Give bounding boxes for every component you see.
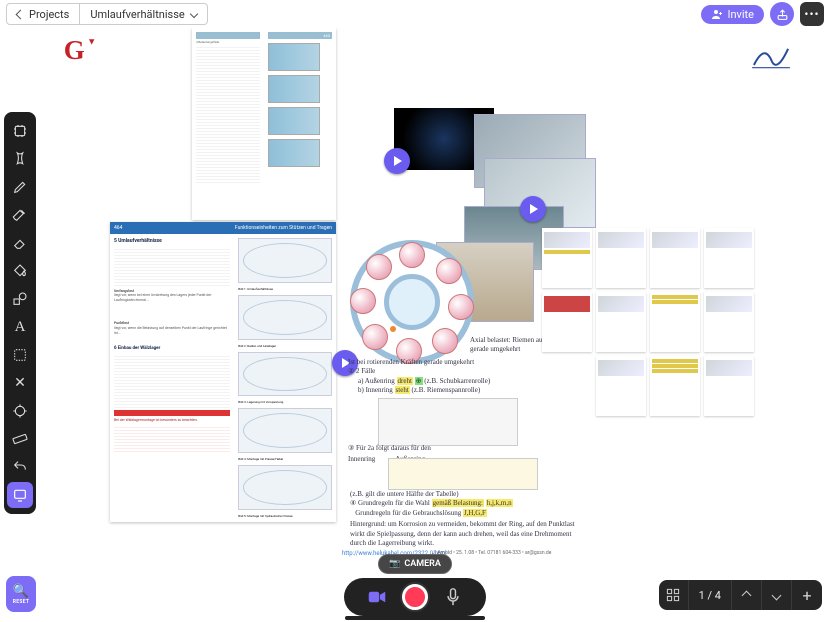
camera-icon: 📷 [389, 559, 400, 569]
textbook-page-464: 464Funktionseinheiten zum Stützen und Tr… [110, 222, 336, 522]
page-indicator: 1 / 4 [689, 580, 732, 610]
prev-page-button[interactable] [732, 580, 762, 610]
svg-text:G: G [64, 35, 85, 65]
back-to-projects-button[interactable]: Projects [6, 3, 80, 25]
shapes-tool[interactable] [7, 286, 33, 312]
back-label: Projects [29, 8, 69, 21]
cut-tool[interactable]: ✕ [7, 370, 33, 396]
whiteboard-canvas[interactable]: G 4 Belastungsfälle 463 464Funktionseinh… [42, 28, 824, 574]
record-button[interactable] [402, 584, 428, 610]
text-tool[interactable]: A [7, 314, 33, 340]
tool-sidebar: A ✕ [4, 112, 36, 514]
add-page-button[interactable]: + [792, 580, 822, 610]
textbook-page-463: 4 Belastungsfälle 463 [192, 28, 336, 220]
reset-zoom-button[interactable]: 🔍 RESET [6, 576, 36, 612]
pencil-tool[interactable] [7, 174, 33, 200]
present-tool[interactable] [7, 482, 33, 508]
tolerance-table-2 [388, 458, 538, 490]
annotation-rules: (z.B. gilt die untere Hälfte der Tabelle… [350, 490, 580, 549]
annotation-cases: Ist bei rotierenden Kräften gerade umgek… [348, 358, 548, 396]
ball-bearing-diagram [348, 238, 476, 366]
reference-thumbnails [542, 228, 754, 416]
undo-tool[interactable] [7, 454, 33, 480]
play-button-2[interactable] [520, 196, 546, 222]
invite-user-icon [711, 8, 723, 20]
chevron-left-icon [16, 9, 26, 19]
target-tool[interactable] [7, 398, 33, 424]
home-indicator [345, 616, 485, 620]
ruler-tool[interactable] [7, 426, 33, 452]
share-icon [776, 8, 789, 21]
more-icon: ••• [804, 7, 819, 21]
doc-title: Umlaufverhältnisse [90, 8, 184, 21]
grid-view-button[interactable] [659, 580, 689, 610]
recording-bar [344, 578, 486, 616]
magnifier-icon: 🔍 [13, 584, 29, 599]
document-title-dropdown[interactable]: Umlaufverhältnisse [80, 3, 207, 25]
more-menu-button[interactable]: ••• [800, 2, 824, 26]
lasso-tool[interactable] [7, 342, 33, 368]
tolerance-table-1 [378, 398, 518, 446]
page-navigator: 1 / 4 + [659, 580, 822, 610]
invite-label: Invite [727, 8, 754, 21]
play-button-1[interactable] [384, 148, 410, 174]
video-toggle-button[interactable] [366, 586, 388, 608]
share-button[interactable] [770, 2, 794, 26]
pointer-tool[interactable] [7, 146, 33, 172]
next-page-button[interactable] [762, 580, 792, 610]
camera-chip[interactable]: 📷 CAMERA [378, 554, 452, 574]
reset-label: RESET [13, 599, 30, 605]
highlighter-tool[interactable] [7, 202, 33, 228]
logo-signature [748, 38, 794, 74]
frame-tool[interactable] [7, 118, 33, 144]
invite-button[interactable]: Invite [701, 5, 764, 24]
fill-tool[interactable] [7, 258, 33, 284]
chevron-down-icon [190, 10, 198, 18]
eraser-tool[interactable] [7, 230, 33, 256]
logo-g: G [62, 32, 98, 68]
mic-toggle-button[interactable] [442, 586, 464, 608]
camera-label: CAMERA [404, 559, 441, 569]
